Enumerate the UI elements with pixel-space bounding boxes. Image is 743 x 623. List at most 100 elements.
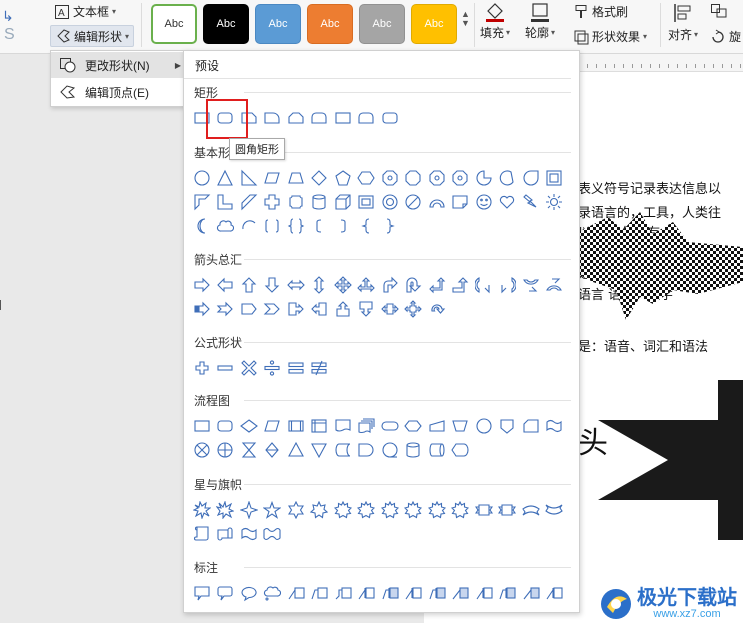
shape-starnum-icon[interactable] <box>425 499 449 521</box>
shape-acc1-icon[interactable] <box>472 582 496 604</box>
shape-prep-icon[interactable] <box>402 415 426 437</box>
shape-ucallout-icon[interactable] <box>331 298 355 320</box>
shape-scroll1-icon[interactable] <box>190 523 214 545</box>
shape-pent-icon[interactable] <box>331 167 355 189</box>
shape-acc2-icon[interactable] <box>496 582 520 604</box>
shape-tape-icon[interactable] <box>543 415 567 437</box>
shape-curvedd-icon[interactable] <box>543 274 567 296</box>
shape-bent-icon[interactable] <box>378 274 402 296</box>
align-button[interactable]: 对齐 ▾ <box>668 2 698 43</box>
shape-aud-icon[interactable] <box>308 274 332 296</box>
shape-fold-icon[interactable] <box>449 191 473 213</box>
shape-doc-icon[interactable] <box>331 415 355 437</box>
shape-plaque-icon[interactable] <box>284 191 308 213</box>
shape-bentup-icon[interactable] <box>449 274 473 296</box>
shape-acc1-icon[interactable] <box>402 582 426 604</box>
shape-cross-icon[interactable] <box>261 191 285 213</box>
shape-num-icon[interactable] <box>378 167 402 189</box>
shape-round2-icon[interactable] <box>355 107 379 129</box>
shape-hex-icon[interactable] <box>355 167 379 189</box>
shape-line1-icon[interactable] <box>284 582 308 604</box>
shape-effects-button[interactable]: 形状效果 ▾ <box>573 28 647 45</box>
shape-circle-icon[interactable] <box>190 167 214 189</box>
shape-rbrace-icon[interactable] <box>378 215 402 237</box>
shape-border1-icon[interactable] <box>519 582 543 604</box>
shape-cloud-icon[interactable] <box>214 215 238 237</box>
shape-style-preset[interactable]: Abc <box>307 4 353 44</box>
shape-delay-icon[interactable] <box>355 439 379 461</box>
shape-border1-icon[interactable] <box>449 582 473 604</box>
shape-circarrow-icon[interactable] <box>425 298 449 320</box>
shape-line3-icon[interactable] <box>331 582 355 604</box>
shape-sumjunc-icon[interactable] <box>190 439 214 461</box>
shape-chevron-icon[interactable] <box>261 298 285 320</box>
shape-scroll2-icon[interactable] <box>214 523 238 545</box>
shape-manualin-icon[interactable] <box>425 415 449 437</box>
shape-notched-icon[interactable] <box>214 298 238 320</box>
shape-card-icon[interactable] <box>519 415 543 437</box>
shape-times-icon[interactable] <box>237 357 261 379</box>
shape-lcallout-icon[interactable] <box>308 298 332 320</box>
shape-bolt-icon[interactable] <box>519 191 543 213</box>
shape-ribbon1-icon[interactable] <box>472 499 496 521</box>
shape-curvedr-icon[interactable] <box>472 274 496 296</box>
shape-lbracket-icon[interactable] <box>308 215 332 237</box>
shape-explosion1-icon[interactable] <box>190 499 214 521</box>
shape-style-preset[interactable]: Abc <box>359 4 405 44</box>
group-button[interactable] <box>710 3 728 19</box>
shape-wave-icon[interactable] <box>237 523 261 545</box>
shape-can-icon[interactable] <box>308 191 332 213</box>
shape-callcloud-icon[interactable] <box>261 582 285 604</box>
shape-star5-icon[interactable] <box>261 499 285 521</box>
shape-rrect-icon[interactable] <box>378 107 402 129</box>
checkered-burst-shape[interactable] <box>578 212 743 322</box>
shape-acc2-icon[interactable] <box>378 582 402 604</box>
shape-cube-icon[interactable] <box>331 191 355 213</box>
shape-trap-icon[interactable] <box>284 167 308 189</box>
menu-item-edit-points[interactable]: 编辑顶点(E) <box>51 79 189 105</box>
shape-round1-icon[interactable] <box>261 107 285 129</box>
shape-minus-icon[interactable] <box>214 357 238 379</box>
shape-ribbon2-icon[interactable] <box>496 499 520 521</box>
edit-shape-button[interactable]: 编辑形状 ▾ <box>50 25 135 47</box>
shape-plus-icon[interactable] <box>190 357 214 379</box>
shape-ribbonc2-icon[interactable] <box>543 499 567 521</box>
shape-snip2-icon[interactable] <box>284 107 308 129</box>
shape-lrcallout-icon[interactable] <box>378 298 402 320</box>
shape-alr-icon[interactable] <box>284 274 308 296</box>
shape-style-preset[interactable]: Abc <box>203 4 249 44</box>
shape-oct-icon[interactable] <box>402 167 426 189</box>
format-painter-button[interactable]: 格式刷 <box>573 3 628 20</box>
shape-starnum-icon[interactable] <box>355 499 379 521</box>
horizontal-ruler[interactable] <box>578 54 743 72</box>
shape-adown-icon[interactable] <box>261 274 285 296</box>
shape-quadcallout-icon[interactable] <box>402 298 426 320</box>
shape-lshape-icon[interactable] <box>214 191 238 213</box>
shape-nosym-icon[interactable] <box>402 191 426 213</box>
shape-uturn-icon[interactable] <box>402 274 426 296</box>
shape-para-icon[interactable] <box>261 167 285 189</box>
shape-collate-icon[interactable] <box>237 439 261 461</box>
shape-donut-icon[interactable] <box>378 191 402 213</box>
shape-starnum-icon[interactable] <box>331 499 355 521</box>
shape-diag-icon[interactable] <box>237 191 261 213</box>
shape-rtri-icon[interactable] <box>237 167 261 189</box>
shape-frame-icon[interactable] <box>543 167 567 189</box>
shape-leftup-icon[interactable] <box>425 274 449 296</box>
shape-starnum-icon[interactable] <box>402 499 426 521</box>
shape-rbracket-icon[interactable] <box>331 215 355 237</box>
shape-aright-icon[interactable] <box>190 274 214 296</box>
shape-moon-icon[interactable] <box>190 215 214 237</box>
shape-num-icon[interactable] <box>449 167 473 189</box>
shape-terminator-icon[interactable] <box>378 415 402 437</box>
shape-decision-icon[interactable] <box>237 415 261 437</box>
shape-starnum-icon[interactable] <box>449 499 473 521</box>
shape-connector-icon[interactable] <box>472 415 496 437</box>
shape-process-icon[interactable] <box>190 415 214 437</box>
shape-num-icon[interactable] <box>425 167 449 189</box>
shape-style-preset[interactable]: Abc <box>151 4 197 44</box>
text-box-button[interactable]: A 文本框 ▾ <box>54 3 116 20</box>
shape-heart-icon[interactable] <box>496 191 520 213</box>
shape-manualop-icon[interactable] <box>449 415 473 437</box>
menu-item-change-shape[interactable]: 更改形状(N) ▶ <box>51 52 189 78</box>
